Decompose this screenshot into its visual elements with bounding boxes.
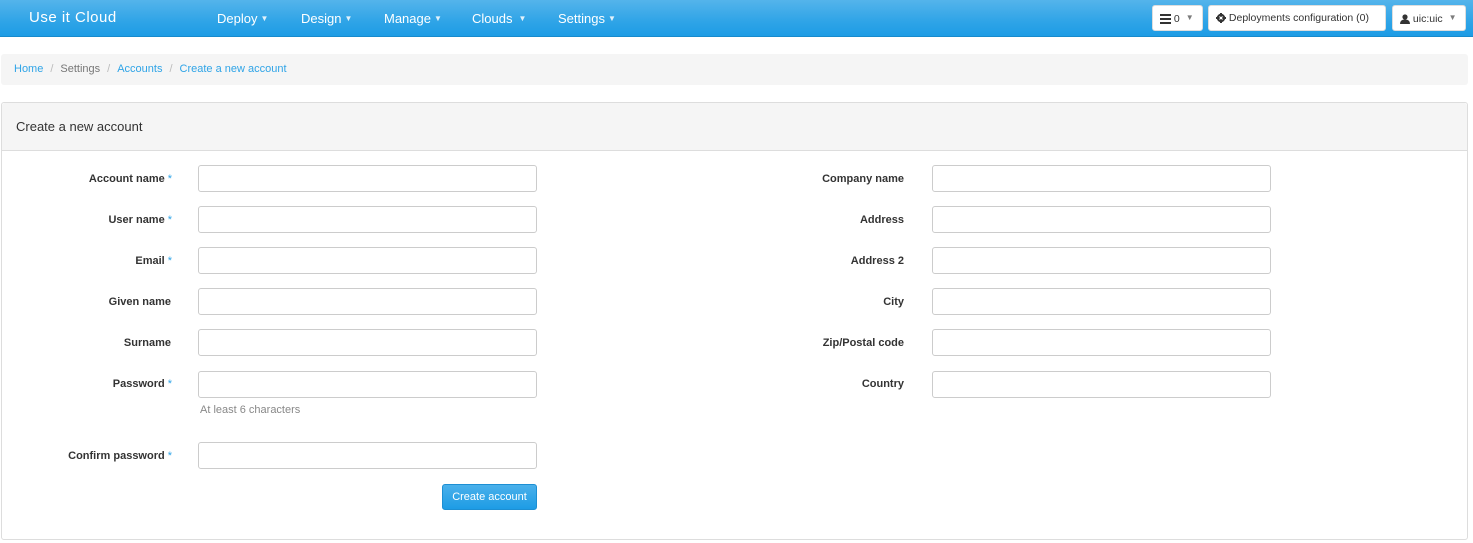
user-label: uic:uic (1412, 13, 1443, 25)
country-input[interactable] (932, 371, 1271, 398)
menu-manage[interactable]: Manage ▼ (384, 11, 442, 26)
required-marker: * (167, 214, 172, 226)
breadcrumb-home[interactable]: Home (14, 63, 43, 75)
breadcrumb-separator: / (50, 63, 54, 75)
caret-down-icon: ▼ (260, 14, 269, 23)
user-name-input[interactable] (198, 206, 537, 233)
caret-down-icon: ▼ (1185, 13, 1194, 22)
breadcrumb-separator: / (107, 63, 111, 75)
account-name-label: Account name * (88, 173, 172, 185)
create-account-button[interactable]: Create account (442, 484, 537, 510)
address-2-label: Address 2 (850, 255, 904, 267)
given-name-label: Given name (108, 296, 171, 308)
menu-design[interactable]: Design ▼ (301, 11, 352, 26)
user-name-label: User name * (108, 214, 172, 226)
email-label: Email * (135, 255, 172, 267)
caret-down-icon: ▼ (1448, 13, 1457, 22)
address-input[interactable] (932, 206, 1271, 233)
tasks-list-icon (1160, 14, 1171, 24)
deployments-configuration-label: Deployments configuration (0) (1228, 12, 1369, 24)
surname-input[interactable] (198, 329, 537, 356)
given-name-input[interactable] (198, 288, 537, 315)
menu-clouds-label: Clouds (472, 11, 513, 26)
breadcrumb: Home / Settings / Accounts / Create a new acco… (1, 54, 1468, 85)
password-label: Password * (112, 378, 172, 390)
required-marker: * (167, 255, 172, 267)
breadcrumb-current[interactable]: Create a new account (180, 63, 287, 75)
menu-settings[interactable]: Settings ▼ (558, 11, 616, 26)
city-label: City (883, 296, 904, 308)
tasks-count: 0 (1173, 13, 1180, 25)
caret-down-icon: ▼ (607, 14, 616, 23)
address-label: Address (859, 214, 904, 226)
breadcrumb-separator: / (169, 63, 173, 75)
zip-postal-code-label: Zip/Postal code (822, 337, 904, 349)
caret-down-icon: ▼ (518, 14, 527, 23)
required-marker: * (167, 173, 172, 185)
menu-manage-label: Manage (384, 11, 431, 26)
company-name-input[interactable] (932, 165, 1271, 192)
panel-title: Create a new account (2, 103, 1467, 151)
email-input[interactable] (198, 247, 537, 274)
account-name-input[interactable] (198, 165, 537, 192)
address-2-input[interactable] (932, 247, 1271, 274)
top-navbar: Use it Cloud Deploy ▼ Design ▼ Manage ▼ Clo… (0, 0, 1473, 37)
confirm-password-input[interactable] (198, 442, 537, 469)
required-marker: * (167, 378, 172, 390)
menu-design-label: Design (301, 11, 342, 26)
company-name-label: Company name (822, 173, 904, 185)
country-label: Country (861, 378, 904, 390)
deployments-configuration-button[interactable]: Deployments configuration (0) (1208, 5, 1386, 31)
password-input[interactable] (198, 371, 537, 398)
user-icon (1400, 14, 1410, 24)
caret-down-icon: ▼ (433, 14, 442, 23)
required-marker: * (167, 450, 172, 462)
confirm-password-label: Confirm password * (68, 450, 172, 462)
zip-postal-code-input[interactable] (932, 329, 1271, 356)
menu-clouds[interactable]: Clouds ▼ (472, 11, 526, 26)
user-menu-button[interactable]: uic:uic ▼ (1392, 5, 1466, 31)
brand-logo[interactable]: Use it Cloud (29, 9, 117, 26)
city-input[interactable] (932, 288, 1271, 315)
caret-down-icon: ▼ (344, 14, 353, 23)
surname-label: Surname (123, 337, 171, 349)
menu-deploy[interactable]: Deploy ▼ (217, 11, 268, 26)
menu-deploy-label: Deploy (217, 11, 258, 26)
tasks-button[interactable]: 0 ▼ (1152, 5, 1203, 31)
menu-settings-label: Settings (558, 11, 605, 26)
password-help-text: At least 6 characters (200, 404, 301, 416)
gear-icon (1216, 13, 1226, 23)
breadcrumb-accounts[interactable]: Accounts (117, 63, 162, 75)
breadcrumb-settings: Settings (60, 63, 101, 75)
